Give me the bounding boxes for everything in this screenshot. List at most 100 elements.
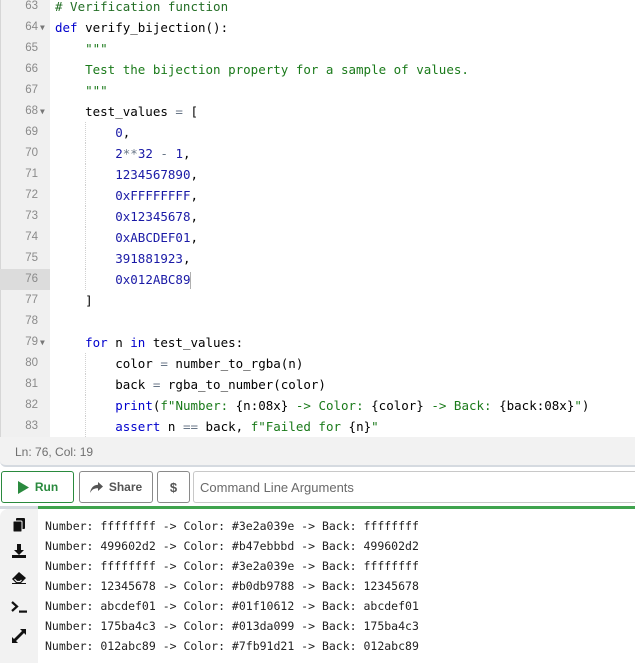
code-token: " <box>574 398 582 413</box>
code-text: color = number_to_rgba(n) <box>55 353 303 374</box>
terminal-icon[interactable] <box>9 597 29 617</box>
line-number: 73 <box>25 210 38 222</box>
output-line: Number: 12345678 -> Color: #b0db9788 -> … <box>45 579 419 593</box>
output-line: Number: 499602d2 -> Color: #b47ebbbd -> … <box>45 539 419 553</box>
code-token: 32 <box>137 146 153 161</box>
code-token: n <box>160 419 183 434</box>
code-line[interactable]: 69 0, <box>0 122 635 143</box>
code-line[interactable]: 76 0x012ABC89 <box>0 269 635 290</box>
fold-toggle-icon[interactable]: ▼ <box>40 17 45 38</box>
code-text: assert n == back, f"Failed for {n}" <box>55 416 379 437</box>
code-line[interactable]: 83 assert n == back, f"Failed for {n}" <box>0 416 635 437</box>
line-number: 70 <box>25 147 38 159</box>
code-line[interactable]: 65 """ <box>0 38 635 59</box>
fold-toggle-icon[interactable]: ▼ <box>40 101 45 122</box>
cursor-position: Ln: 76, Col: 19 <box>15 445 94 459</box>
code-line[interactable]: 75 391881923, <box>0 248 635 269</box>
output-line: Number: abcdef01 -> Color: #01f10612 -> … <box>45 599 419 613</box>
code-token: """ <box>55 83 108 98</box>
code-line[interactable]: 77 ] <box>0 290 635 311</box>
line-number: 64 <box>25 21 38 33</box>
line-number: 77 <box>25 294 38 306</box>
code-token: test_values <box>55 104 176 119</box>
code-line[interactable]: 82 print(f"Number: {n:08x} -> Color: {co… <box>0 395 635 416</box>
code-text: 1234567890, <box>55 164 198 185</box>
code-token: 2 <box>115 146 123 161</box>
code-line[interactable]: 81 back = rgba_to_number(color) <box>0 374 635 395</box>
code-line[interactable]: 63 # Verification function <box>0 0 635 17</box>
code-token: , <box>182 146 191 161</box>
run-button[interactable]: Run <box>1 471 74 503</box>
line-number: 82 <box>25 399 38 411</box>
code-line[interactable]: 80 color = number_to_rgba(n) <box>0 353 635 374</box>
code-token: n <box>107 335 131 350</box>
code-token: , <box>182 251 191 266</box>
output-line: Number: 175ba4c3 -> Color: #013da099 -> … <box>45 619 419 633</box>
code-text: 0xABCDEF01, <box>55 227 198 248</box>
code-text: 391881923, <box>55 248 190 269</box>
code-token: Test the bijection property for a sample… <box>55 62 469 77</box>
eraser-icon[interactable] <box>9 568 29 588</box>
line-number: 83 <box>25 420 38 432</box>
code-line[interactable]: 73 0x12345678, <box>0 206 635 227</box>
code-text: print(f"Number: {n:08x} -> Color: {color… <box>55 395 589 416</box>
code-line[interactable]: 64 ▼ def verify_bijection(): <box>0 17 635 38</box>
line-number: 65 <box>25 42 38 54</box>
code-text: back = rgba_to_number(color) <box>55 374 326 395</box>
code-token: def <box>55 20 78 35</box>
code-token: {color} <box>371 398 424 413</box>
code-token: {back:08x} <box>499 398 575 413</box>
fold-toggle-icon[interactable]: ▼ <box>40 332 45 353</box>
code-line[interactable]: 70 2**32 - 1, <box>0 143 635 164</box>
code-line[interactable]: 79 ▼ for n in test_values: <box>0 332 635 353</box>
line-number: 76 <box>0 269 50 290</box>
code-text: test_values = [ <box>55 101 198 122</box>
code-token: back, <box>198 419 251 434</box>
line-number: 69 <box>25 126 38 138</box>
line-number: 72 <box>25 189 38 201</box>
code-token: , <box>190 230 199 245</box>
copy-icon[interactable] <box>9 515 29 535</box>
code-token: color <box>55 356 161 371</box>
line-number: 66 <box>25 63 38 75</box>
line-number: 68 <box>25 105 38 117</box>
line-number: 79 <box>25 336 38 348</box>
code-line[interactable]: 68 ▼ test_values = [ <box>0 101 635 122</box>
code-token: assert <box>115 419 161 434</box>
download-icon[interactable] <box>9 541 29 561</box>
stdin-button[interactable]: $ <box>157 471 190 503</box>
code-line[interactable]: 67 """ <box>0 80 635 101</box>
code-line[interactable]: 78 <box>0 311 635 332</box>
code-token: -> Back: <box>423 398 500 413</box>
code-line[interactable]: 66 Test the bijection property for a sam… <box>0 59 635 80</box>
play-icon <box>17 480 29 494</box>
code-token: back <box>55 377 153 392</box>
code-token: , <box>190 167 199 182</box>
code-line[interactable]: 71 1234567890, <box>0 164 635 185</box>
code-line[interactable]: 72 0xFFFFFFFF, <box>0 185 635 206</box>
code-token: 1234567890 <box>115 167 191 182</box>
code-text: """ <box>55 80 108 101</box>
code-line[interactable]: 74 0xABCDEF01, <box>0 227 635 248</box>
code-token: ** <box>122 146 138 161</box>
code-token: " <box>371 419 379 434</box>
code-text: 0x012ABC89 <box>55 269 192 290</box>
output-tools <box>0 509 38 663</box>
command-line-arguments-input[interactable] <box>193 471 635 503</box>
code-token: f"Failed for <box>250 419 349 434</box>
line-number: 75 <box>25 252 38 264</box>
code-token: f"Number: <box>160 398 236 413</box>
code-token: number_to_rgba(n) <box>167 356 304 371</box>
code-token: 1 <box>175 146 183 161</box>
line-number: 80 <box>25 357 38 369</box>
code-token: {n:08x} <box>235 398 289 413</box>
share-button[interactable]: Share <box>79 471 153 503</box>
code-token: - <box>152 146 176 161</box>
expand-icon[interactable] <box>9 626 29 646</box>
code-token: 0 <box>115 125 123 140</box>
code-editor[interactable]: 63 # Verification function 64 ▼ def verify_b… <box>0 0 635 437</box>
code-text: Test the bijection property for a sample… <box>55 59 469 80</box>
